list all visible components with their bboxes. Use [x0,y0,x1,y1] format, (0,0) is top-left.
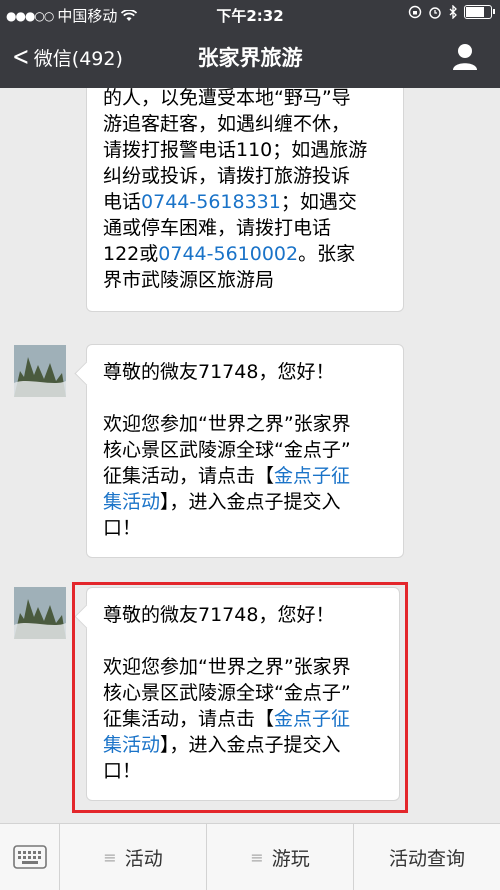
chat-area[interactable]: 的人，以免遭受本地“野马”导 游追客赶客，如遇纠缠不休， 请拨打报警电话110；… [0,88,500,823]
menu-item-tour[interactable]: ≡ 游玩 [207,824,354,890]
menu-item-label: 活动 [124,847,163,870]
activity-link[interactable]: 金点子征 [274,465,350,487]
message-line: 集活动】，进入金点子提交入 [103,489,385,515]
keyboard-toggle-button[interactable] [0,824,60,890]
nav-bar: < 微信(492) 张家界旅游 [0,28,500,88]
message-text: 122或 [103,243,159,265]
message-text: 。张家 [298,243,356,265]
sender-avatar[interactable] [14,587,66,639]
battery-icon [464,5,495,19]
bluetooth-icon [449,5,457,19]
bubble-arrow [74,361,99,386]
menu-item-activity-query[interactable]: 活动查询 [354,824,500,890]
profile-icon[interactable] [450,42,480,72]
message-text: ；如遇交 [280,191,357,213]
message-line: 界市武陵源区旅游局 [103,269,275,291]
message-line: 纠纷或投诉，请拨打旅游投诉 [103,165,351,187]
message-line: 电话0744-5618331；如遇交 [103,189,385,215]
message-line: 游追客赶客，如遇纠缠不休， [103,113,351,135]
message-text: 电话 [103,191,142,213]
page-title: 张家界旅游 [197,46,303,70]
message-text: 】，进入金点子提交入 [160,491,341,513]
keyboard-icon [12,845,47,869]
message-line: 请拨打报警电话110；如遇旅游 [103,139,368,161]
menu-item-label: 活动查询 [388,847,465,870]
activity-link[interactable]: 集活动 [103,491,160,513]
message-line: 通或停车困难，请拨打电话 [103,217,332,239]
message-text: 征集活动，请点击【 [103,465,275,487]
sender-avatar[interactable] [14,345,66,397]
message-line: 的人，以免遭受本地“野马”导 [103,88,351,109]
mountain-image [14,345,66,397]
message-line: 口！ [103,517,142,539]
message-line: 征集活动，请点击【金点子征 [103,463,385,489]
menu-icon: ≡ [250,847,264,867]
bottom-menu-bar: ≡ 活动 ≡ 游玩 活动查询 [0,823,500,890]
menu-item-activity[interactable]: ≡ 活动 [60,824,207,890]
status-right [408,5,495,19]
phone-link[interactable]: 0744-5610002 [158,243,298,265]
orientation-lock-icon [408,5,422,19]
menu-icon: ≡ [103,847,117,867]
alarm-icon [429,7,441,19]
status-bar: ●●●○○ 中国移动 下午2:32 [0,0,500,28]
message-line: 欢迎您参加“世界之界”张家界 [103,413,351,435]
mountain-image [14,587,66,639]
phone-link[interactable]: 0744-5618331 [141,191,281,213]
highlight-box [72,582,408,813]
message-bubble[interactable]: 尊敬的微友71748，您好！ 欢迎您参加“世界之界”张家界 核心景区武陵源全球“… [74,344,404,558]
message-bubble[interactable]: 的人，以免遭受本地“野马”导 游追客赶客，如遇纠缠不休， 请拨打报警电话110；… [86,88,404,312]
menu-item-label: 游玩 [271,847,310,870]
top-bar: ●●●○○ 中国移动 下午2:32 < 微信(492) 张家界旅游 [0,0,500,88]
message-line: 122或0744-5610002。张家 [103,241,385,267]
message-line: 核心景区武陵源全球“金点子” [103,439,351,461]
message-greeting: 尊敬的微友71748，您好！ [103,361,335,383]
